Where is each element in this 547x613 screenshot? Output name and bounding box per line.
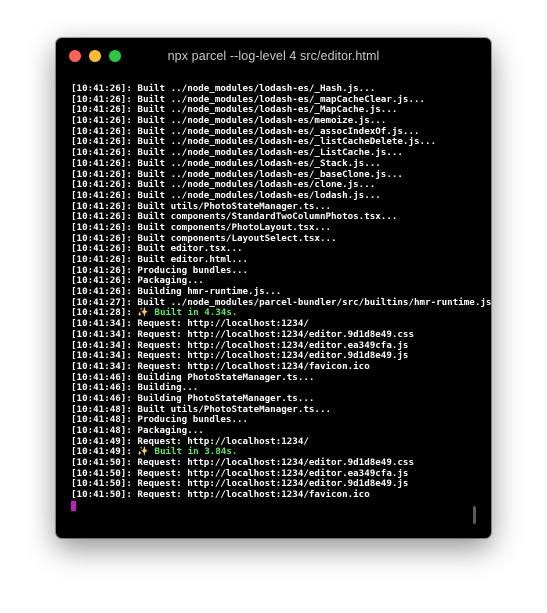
- line-message: Building PhotoStateManager.ts...: [137, 371, 315, 383]
- line-timestamp: [10:41:26]:: [71, 275, 132, 287]
- line-timestamp: [10:41:50]:: [71, 489, 132, 501]
- line-message: Request: http://localhost:1234/editor.9d…: [137, 457, 414, 469]
- line-message: Building...: [137, 382, 199, 394]
- line-timestamp: [10:41:26]:: [71, 168, 132, 180]
- line-timestamp: [10:41:26]:: [71, 83, 132, 94]
- line-message: Built ../node_modules/lodash-es/_assocIn…: [137, 125, 420, 137]
- line-message: Request: http://localhost:1234/editor.9d…: [137, 350, 409, 362]
- line-timestamp: [10:41:48]:: [71, 414, 132, 426]
- line-timestamp: [10:41:26]:: [71, 243, 132, 255]
- line-timestamp: [10:41:26]:: [71, 286, 132, 298]
- terminal-output[interactable]: [10:41:26]: Built ../node_modules/lodash…: [71, 83, 491, 520]
- line-message: Built editor.html...: [137, 254, 249, 265]
- sparkles-icon: ✨: [137, 446, 149, 458]
- line-message: Built ../node_modules/lodash-es/_Hash.js…: [137, 83, 376, 94]
- line-message: Built editor.tsx...: [137, 243, 243, 255]
- line-message: Packaging...: [137, 425, 204, 436]
- line-timestamp: [10:41:26]:: [71, 189, 132, 201]
- line-message: Built ../node_modules/lodash-es/_MapCach…: [137, 104, 398, 116]
- line-timestamp: [10:41:26]:: [71, 104, 132, 116]
- line-message: Built components/PhotoLayout.tsx...: [137, 221, 332, 233]
- line-timestamp: [10:41:26]:: [71, 93, 132, 105]
- line-timestamp: [10:41:34]:: [71, 339, 132, 351]
- line-timestamp: [10:41:26]:: [71, 254, 132, 265]
- line-timestamp: [10:41:26]:: [71, 232, 132, 244]
- sparkles-icon: ✨: [137, 307, 149, 319]
- line-timestamp: [10:41:26]:: [71, 200, 132, 212]
- line-timestamp: [10:41:50]:: [71, 478, 132, 490]
- title-bar[interactable]: npx parcel --log-level 4 src/editor.html: [56, 38, 491, 74]
- line-message: Request: http://localhost:1234/favicon.i…: [137, 360, 370, 372]
- line-timestamp: [10:41:26]:: [71, 179, 132, 191]
- line-timestamp: [10:41:26]:: [71, 136, 132, 148]
- line-timestamp: [10:41:46]:: [71, 392, 132, 404]
- line-message: Built ../node_modules/lodash-es/clone.js…: [137, 179, 376, 191]
- line-message: Built components/LayoutSelect.tsx...: [137, 232, 337, 244]
- line-timestamp: [10:41:26]:: [71, 125, 132, 137]
- line-message: Built ../node_modules/lodash-es/_baseClo…: [137, 168, 403, 180]
- line-message: Built ../node_modules/lodash-es/lodash.j…: [137, 189, 381, 201]
- line-message: Request: http://localhost:1234/editor.9d…: [137, 328, 414, 340]
- close-button[interactable]: [69, 50, 81, 62]
- window-title: npx parcel --log-level 4 src/editor.html: [167, 49, 380, 63]
- line-message: Built ../node_modules/lodash-es/_listCac…: [137, 136, 437, 148]
- line-timestamp: [10:41:49]:: [71, 446, 132, 458]
- text-cursor: [71, 500, 76, 511]
- line-timestamp: [10:41:34]:: [71, 360, 132, 372]
- line-message: Producing bundles...: [137, 414, 249, 426]
- line-message: Built components/StandardTwoColumnPhotos…: [137, 211, 398, 223]
- line-timestamp: [10:41:48]:: [71, 425, 132, 436]
- line-timestamp: [10:41:26]:: [71, 147, 132, 159]
- line-timestamp: [10:41:34]:: [71, 318, 132, 330]
- scrollbar[interactable]: [473, 506, 476, 524]
- line-timestamp: [10:41:26]:: [71, 264, 132, 276]
- line-timestamp: [10:41:46]:: [71, 382, 132, 394]
- line-timestamp: [10:41:34]:: [71, 350, 132, 362]
- line-message: Built ../node_modules/lodash-es/_Stack.j…: [137, 157, 381, 169]
- maximize-button[interactable]: [109, 50, 121, 62]
- line-timestamp: [10:41:50]:: [71, 457, 132, 469]
- terminal-line: [10:41:50]: Request: http://localhost:12…: [71, 489, 471, 501]
- line-message: Building PhotoStateManager.ts...: [137, 392, 315, 404]
- line-message: Request: http://localhost:1234/favicon.i…: [137, 489, 370, 501]
- line-message: Request: http://localhost:1234/editor.ea…: [137, 467, 409, 479]
- line-timestamp: [10:41:26]:: [71, 157, 132, 169]
- line-message: Built ../node_modules/lodash-es/_ListCac…: [137, 147, 403, 159]
- line-message: Producing bundles...: [137, 264, 249, 276]
- line-timestamp: [10:41:26]:: [71, 221, 132, 233]
- line-message: Built ../node_modules/lodash-es/memoize.…: [137, 115, 387, 127]
- line-message: Built ../node_modules/lodash-es/_mapCach…: [137, 93, 426, 105]
- line-timestamp: [10:41:34]:: [71, 328, 132, 340]
- line-message: Request: http://localhost:1234/editor.ea…: [137, 339, 409, 351]
- line-message: Packaging...: [137, 275, 204, 287]
- prompt-line[interactable]: [71, 500, 471, 512]
- line-message: Built in 3.84s.: [154, 446, 238, 458]
- line-timestamp: [10:41:46]:: [71, 371, 132, 383]
- line-timestamp: [10:41:26]:: [71, 115, 132, 127]
- line-message: Built in 4.34s.: [154, 307, 238, 319]
- line-timestamp: [10:41:50]:: [71, 467, 132, 479]
- line-timestamp: [10:41:28]:: [71, 307, 132, 319]
- terminal-window: npx parcel --log-level 4 src/editor.html…: [56, 38, 491, 538]
- line-message: Building hmr-runtime.js...: [137, 286, 282, 298]
- window-controls: [69, 50, 121, 62]
- line-message: Request: http://localhost:1234/editor.9d…: [137, 478, 409, 490]
- line-message: Request: http://localhost:1234/: [137, 318, 309, 330]
- minimize-button[interactable]: [89, 50, 101, 62]
- line-message: Built utils/PhotoStateManager.ts...: [137, 200, 332, 212]
- line-message: Built utils/PhotoStateManager.ts...: [137, 403, 332, 415]
- line-timestamp: [10:41:26]:: [71, 211, 132, 223]
- line-timestamp: [10:41:48]:: [71, 403, 132, 415]
